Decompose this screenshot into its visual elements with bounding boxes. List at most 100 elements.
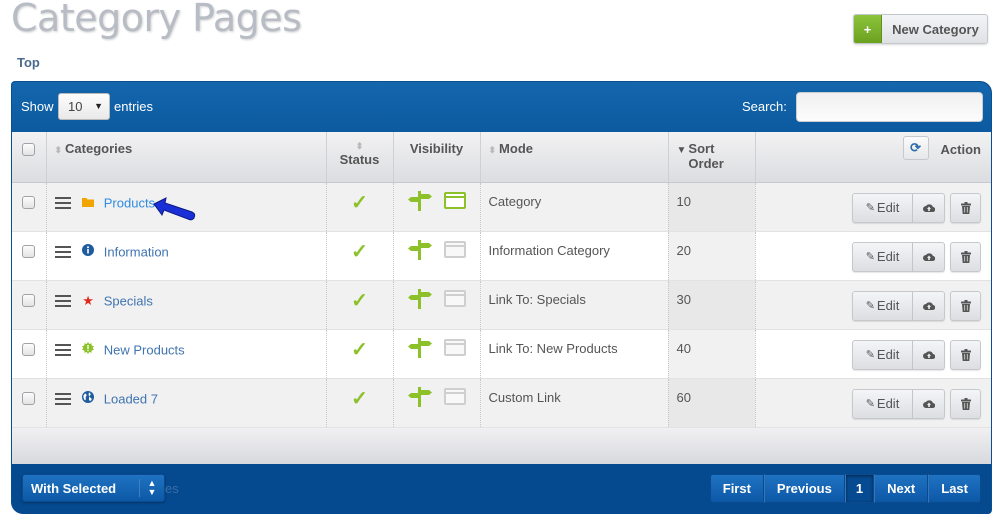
category-cell: Information <box>46 231 327 281</box>
row-checkbox[interactable] <box>22 195 36 209</box>
visibility-cell <box>393 329 481 379</box>
caret-down-icon: ▼ <box>94 101 103 111</box>
drag-handle-icon[interactable] <box>54 243 71 261</box>
sort-order-cell: 30 <box>668 280 756 330</box>
category-link[interactable]: New Products <box>104 342 185 357</box>
page-visibility-icon[interactable] <box>443 192 466 209</box>
status-active-check-icon[interactable]: ✓ <box>335 239 385 264</box>
pencil-icon: ✎ <box>865 300 875 312</box>
table-bottom-bar: With Selected ▲ ▼ es First Previous 1 Nex… <box>12 464 991 514</box>
new-category-label: New Category <box>892 21 979 37</box>
edit-button[interactable]: ✎ Edit <box>852 192 913 223</box>
plus-icon: + <box>854 15 882 43</box>
page-first-button[interactable]: First <box>709 474 764 503</box>
new-badge-icon <box>82 342 95 357</box>
category-row: New Products ✓ Link To: New Products 40 … <box>12 329 991 379</box>
trash-icon <box>960 397 971 410</box>
signpost-nav-visible-icon[interactable] <box>407 288 432 309</box>
publish-button[interactable] <box>913 290 945 321</box>
publish-button[interactable] <box>913 388 945 419</box>
page-visibility-icon[interactable] <box>443 339 466 356</box>
header-categories[interactable]: ⬍ Categories <box>46 132 327 183</box>
folder-icon <box>82 195 95 210</box>
delete-button[interactable] <box>950 241 981 272</box>
edit-button[interactable]: ✎ Edit <box>852 388 913 419</box>
row-checkbox[interactable] <box>22 391 36 405</box>
new-category-button[interactable]: + New Category <box>853 14 988 44</box>
mode-cell: Category <box>480 182 669 232</box>
sort-icon: ⬍ <box>488 145 497 155</box>
select-all-checkbox[interactable] <box>22 143 36 157</box>
signpost-nav-visible-icon[interactable] <box>407 386 432 407</box>
cloud-upload-icon <box>922 399 935 408</box>
edit-button[interactable]: ✎ Edit <box>852 290 913 321</box>
drag-handle-icon[interactable] <box>54 341 71 359</box>
trash-icon <box>960 201 971 214</box>
category-link[interactable]: Loaded 7 <box>104 391 158 406</box>
edit-button[interactable]: ✎ Edit <box>852 339 913 370</box>
visibility-cell <box>393 280 481 330</box>
delete-button[interactable] <box>950 290 981 321</box>
breadcrumb-top[interactable]: Top <box>17 55 40 70</box>
drag-handle-icon[interactable] <box>54 390 71 408</box>
action-cell: ✎ Edit <box>755 378 991 428</box>
delete-button[interactable] <box>950 339 981 370</box>
signpost-nav-visible-icon[interactable] <box>407 190 432 211</box>
row-checkbox[interactable] <box>22 293 36 307</box>
table-toolbar: Show 10 ▼ entries Search: <box>12 82 991 132</box>
trash-icon <box>960 348 971 361</box>
page-next-button[interactable]: Next <box>874 474 929 503</box>
signpost-nav-visible-icon[interactable] <box>407 337 432 358</box>
page-visibility-icon[interactable] <box>443 241 466 258</box>
row-select-cell <box>12 378 47 428</box>
pencil-icon: ✎ <box>865 251 875 263</box>
publish-button[interactable] <box>913 192 945 223</box>
edit-button[interactable]: ✎ Edit <box>852 241 913 272</box>
status-active-check-icon[interactable]: ✓ <box>335 288 385 313</box>
row-checkbox[interactable] <box>22 342 36 356</box>
refresh-button[interactable]: ⟳ <box>902 136 929 160</box>
header-status[interactable]: ⬍ Status <box>326 132 394 183</box>
sort-order-cell: 60 <box>668 378 756 428</box>
table-header-row: ⬍ Categories ⬍ Status Visibility ⬍ Mode ▼ So… <box>12 132 991 183</box>
publish-button[interactable] <box>913 241 945 272</box>
status-active-check-icon[interactable]: ✓ <box>335 190 385 215</box>
categories-table-wrap: ⬍ Categories ⬍ Status Visibility ⬍ Mode ▼ So… <box>12 132 991 464</box>
search-input[interactable] <box>796 92 983 122</box>
categories-panel: Show 10 ▼ entries Search: ⬍ Categories ⬍… <box>11 81 992 514</box>
page-last-button[interactable]: Last <box>928 474 981 503</box>
category-link[interactable]: Information <box>104 244 169 259</box>
mode-cell: Custom Link <box>480 378 669 428</box>
delete-button[interactable] <box>950 192 981 223</box>
action-cell: ✎ Edit <box>755 280 991 330</box>
drag-handle-icon[interactable] <box>54 292 71 310</box>
page-title: Category Pages <box>11 0 302 40</box>
category-link[interactable]: Products <box>104 195 155 210</box>
drag-handle-icon[interactable] <box>54 194 71 212</box>
star-icon: ★ <box>82 292 94 308</box>
page-previous-button[interactable]: Previous <box>763 474 845 503</box>
entries-length-select[interactable]: 10 ▼ <box>58 93 110 120</box>
header-sort-order[interactable]: ▼ Sort Order <box>668 132 756 183</box>
select-all-header <box>12 132 47 183</box>
page-1-button[interactable]: 1 <box>844 474 875 503</box>
page-visibility-icon[interactable] <box>443 388 466 405</box>
category-cell: New Products <box>46 329 327 379</box>
publish-button[interactable] <box>913 339 945 370</box>
pencil-icon: ✎ <box>865 349 875 361</box>
category-link[interactable]: Specials <box>104 293 153 308</box>
header-mode[interactable]: ⬍ Mode <box>480 132 669 183</box>
status-active-check-icon[interactable]: ✓ <box>335 386 385 411</box>
sort-order-cell: 20 <box>668 231 756 281</box>
show-label: Show <box>21 99 54 114</box>
sort-order-cell: 40 <box>668 329 756 379</box>
delete-button[interactable] <box>950 388 981 419</box>
with-selected-dropdown[interactable]: With Selected ▲ ▼ <box>22 474 165 502</box>
info-icon <box>82 244 95 259</box>
status-cell: ✓ <box>326 231 394 281</box>
status-active-check-icon[interactable]: ✓ <box>335 337 385 362</box>
status-cell: ✓ <box>326 378 394 428</box>
row-checkbox[interactable] <box>22 244 36 258</box>
signpost-nav-visible-icon[interactable] <box>407 239 432 260</box>
page-visibility-icon[interactable] <box>443 290 466 307</box>
